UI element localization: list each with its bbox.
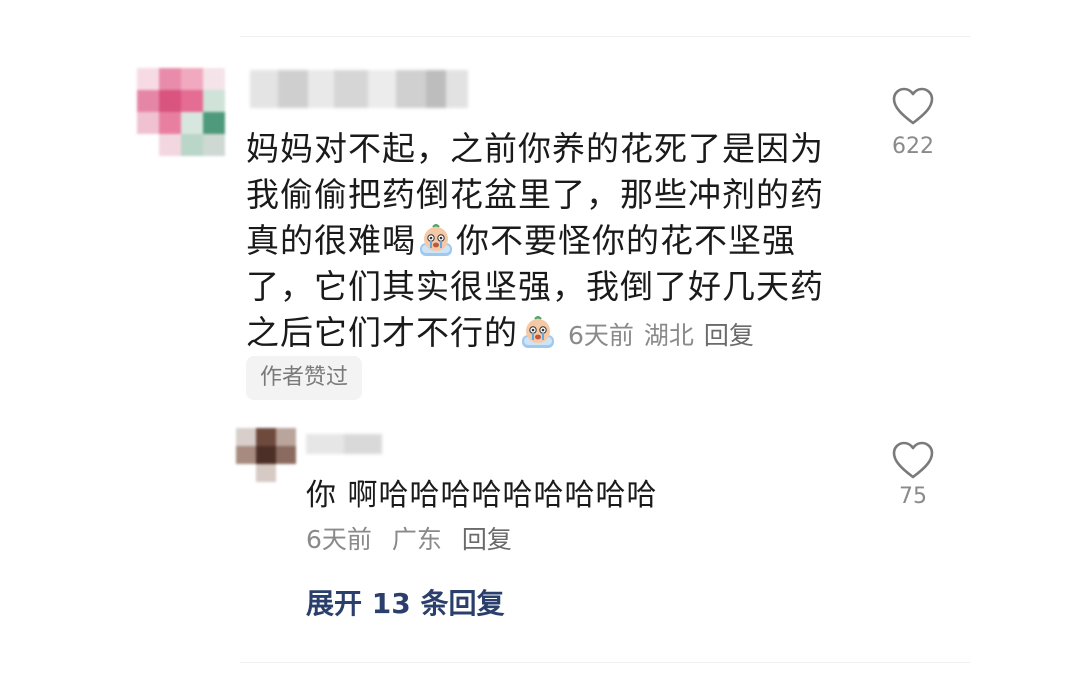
comment-location: 湖北 <box>643 321 694 350</box>
reply-like-button[interactable]: 75 <box>883 440 943 509</box>
comment-like-count: 622 <box>892 134 934 159</box>
avatar[interactable] <box>137 68 225 156</box>
crying-face-emoji-icon <box>417 224 455 258</box>
divider <box>240 36 970 37</box>
divider <box>240 662 970 663</box>
heart-outline-icon[interactable] <box>891 440 935 480</box>
reply-avatar[interactable] <box>236 428 296 482</box>
comment-like-button[interactable]: 622 <box>883 86 943 159</box>
reply-meta: 6天前 广东 回复 <box>306 520 512 560</box>
author-liked-badge: 作者赞过 <box>246 356 363 400</box>
reply-like-count: 75 <box>899 484 927 509</box>
expand-replies-button[interactable]: 展开 13 条回复 <box>306 582 504 626</box>
reply-time: 6天前 <box>306 525 372 554</box>
reply-username-redacted[interactable] <box>306 434 382 454</box>
comment-time: 6天前 <box>568 321 634 350</box>
comment-thread: 妈妈对不起，之前你养的花死了是因为我偷偷把药倒花盆里了，那些冲剂的药真的很难喝 … <box>0 0 1080 693</box>
reply-reply-button[interactable]: 回复 <box>462 525 512 554</box>
username-redacted[interactable] <box>250 70 468 108</box>
crying-face-emoji-icon <box>519 316 557 350</box>
heart-outline-icon[interactable] <box>891 86 935 126</box>
comment-meta: 6天前 湖北 回复 <box>568 321 754 350</box>
reply-location: 广东 <box>391 525 442 554</box>
reply-body: 你 啊哈哈哈哈哈哈哈哈哈 <box>306 478 658 513</box>
comment-body: 妈妈对不起，之前你养的花死了是因为我偷偷把药倒花盆里了，那些冲剂的药真的很难喝 … <box>246 126 856 359</box>
comment-reply-button[interactable]: 回复 <box>704 321 754 350</box>
